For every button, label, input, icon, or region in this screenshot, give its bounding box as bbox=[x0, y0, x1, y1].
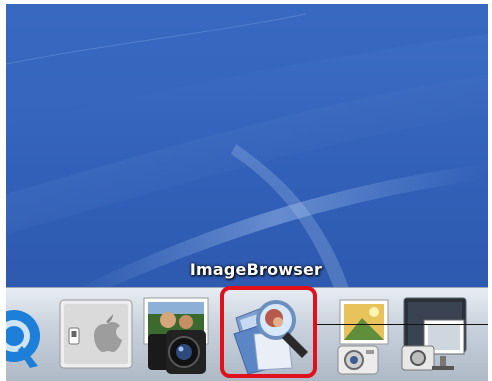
image-capture-icon[interactable] bbox=[322, 294, 392, 378]
imagebrowser-highlight-box bbox=[220, 286, 317, 378]
desktop-wallpaper bbox=[6, 4, 488, 294]
system-preferences-icon[interactable] bbox=[56, 294, 136, 374]
camera-photo-icon[interactable] bbox=[138, 294, 214, 378]
callout-line bbox=[317, 324, 488, 325]
dock-tooltip-label: ImageBrowser bbox=[189, 260, 323, 279]
quicktime-icon[interactable] bbox=[6, 300, 44, 370]
photo-display-icon[interactable] bbox=[398, 294, 478, 378]
